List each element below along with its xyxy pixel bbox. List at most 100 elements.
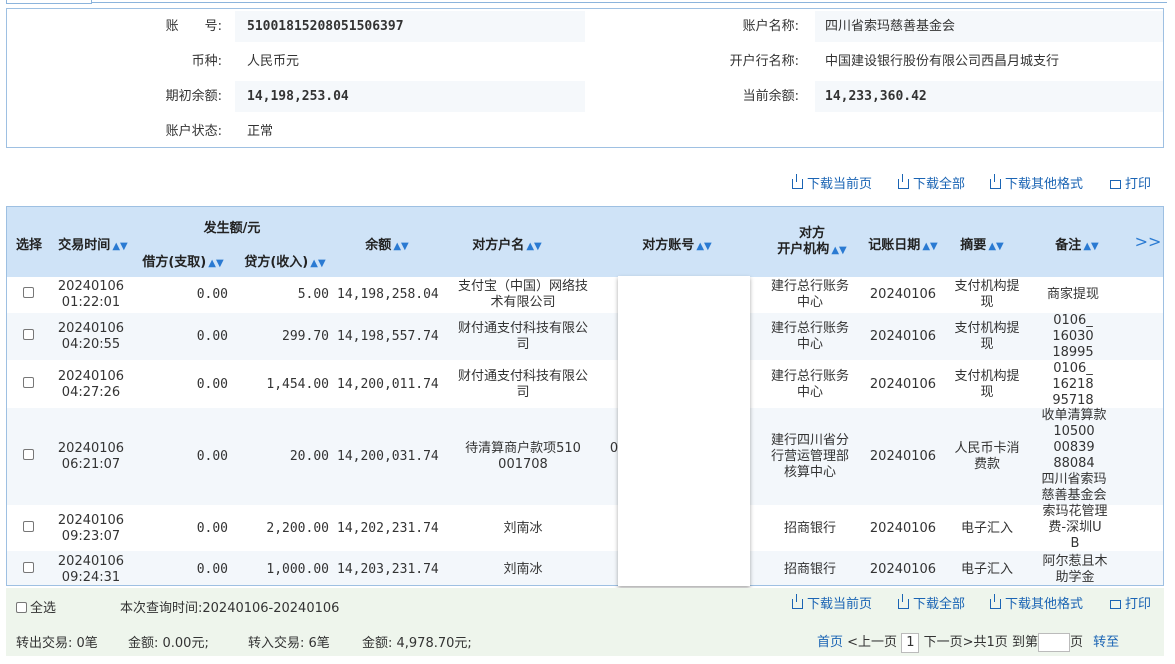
- prev-page-link[interactable]: <上一页: [847, 635, 897, 650]
- print-link[interactable]: 打印: [1110, 595, 1151, 615]
- download-other-link[interactable]: 下载其他格式: [990, 174, 1083, 195]
- header-select: 选择: [15, 238, 42, 253]
- row-post-date: 20240106: [869, 521, 937, 536]
- currency-label: 币种:: [191, 54, 222, 69]
- row-bank-line1: 建行总行账务: [770, 321, 849, 336]
- row-post-date: 20240106: [869, 562, 937, 577]
- header-time[interactable]: 交易时间 ▲▼: [53, 234, 133, 253]
- row-checkbox[interactable]: [23, 521, 34, 532]
- account-no-value: 51001815208051506397: [247, 19, 404, 34]
- row-balance: 14,202,231.74: [337, 521, 439, 536]
- expand-columns-button[interactable]: >>: [1133, 232, 1163, 251]
- pagination: 首页 <上一页 1 下一页>共1页 到第 页 转至: [817, 631, 1119, 653]
- currency-value: 人民币元: [247, 54, 300, 69]
- row-debit: 0.00: [196, 449, 228, 464]
- header-summary[interactable]: 摘要 ▲▼: [952, 234, 1012, 253]
- row-summary-line1: 人民币卡消: [954, 441, 1020, 456]
- row-time-clock: 09:23:07: [61, 529, 121, 544]
- select-all-checkbox[interactable]: [16, 602, 27, 613]
- header-remark[interactable]: 备注 ▲▼: [1047, 234, 1107, 253]
- first-page-link[interactable]: 首页: [817, 635, 843, 650]
- row-checkbox[interactable]: [23, 329, 34, 340]
- header-remark-label: 备注: [1055, 238, 1082, 253]
- download-all-link[interactable]: 下载全部: [898, 594, 965, 615]
- row-checkbox[interactable]: [23, 449, 34, 460]
- row-credit: 299.70: [282, 329, 329, 344]
- page-number-input[interactable]: [1037, 633, 1070, 652]
- row-summary-line1: 支付机构提: [954, 369, 1020, 384]
- row-party-bank: 建行总行账务 中心: [763, 369, 857, 401]
- header-debit[interactable]: 借方(支取) ▲▼: [135, 251, 231, 270]
- row-summary: 电子汇入: [960, 521, 1013, 536]
- row-time-date: 20240106: [57, 554, 125, 569]
- row-summary-line2: 现: [980, 385, 994, 400]
- row-time-clock: 09:24:31: [61, 570, 121, 585]
- download-page-label: 下载当前页: [807, 177, 873, 192]
- download-all-link[interactable]: 下载全部: [898, 174, 965, 195]
- sort-icon: ▲▼: [112, 241, 128, 252]
- row-balance: 14,200,011.74: [337, 377, 439, 392]
- row-remark-line3: 18995: [1052, 345, 1094, 360]
- current-balance-label: 当前余额:: [742, 89, 799, 104]
- tab-active[interactable]: [6, 0, 92, 4]
- header-party-bank[interactable]: 对方 开户机构 ▲▼: [767, 226, 857, 259]
- table-row: 20240106 09:23:07 0.00 2,200.00 14,202,23…: [7, 504, 1163, 551]
- print-link[interactable]: 打印: [1110, 175, 1151, 195]
- download-page-link[interactable]: 下载当前页: [792, 594, 872, 615]
- row-post-date: 20240106: [869, 329, 937, 344]
- row-balance: 14,203,231.74: [337, 562, 439, 577]
- select-all[interactable]: 全选: [16, 597, 56, 616]
- row-remark-line2: 16030: [1052, 329, 1094, 344]
- row-checkbox[interactable]: [23, 562, 34, 573]
- header-party-account[interactable]: 对方账号 ▲▼: [627, 234, 727, 253]
- row-time-date: 20240106: [57, 441, 125, 456]
- in-transactions: 转入交易: 6笔: [248, 636, 330, 651]
- download-other-label: 下载其他格式: [1005, 597, 1084, 612]
- go-button[interactable]: 转至: [1093, 635, 1119, 650]
- header-party-bank-line2: 开户机构: [777, 242, 830, 257]
- row-remark-line1: 0106_: [1053, 361, 1093, 376]
- sort-icon: ▲▼: [988, 241, 1004, 252]
- row-remark-line3: B: [1070, 536, 1080, 551]
- row-checkbox[interactable]: [23, 287, 34, 298]
- row-remark-line5: 四川省索玛: [1041, 472, 1107, 487]
- row-bank-line3: 核算中心: [783, 465, 836, 480]
- row-party-line2: 司: [516, 337, 530, 352]
- out-transactions: 转出交易: 0笔: [16, 636, 98, 651]
- row-balance: 14,198,258.04: [337, 287, 439, 302]
- header-balance-label: 余额: [365, 238, 392, 253]
- row-party-bank: 建行总行账务 中心: [763, 279, 857, 311]
- account-name-value: 四川省索玛慈善基金会: [825, 19, 956, 34]
- row-time: 20240106 04:27:26: [53, 369, 129, 401]
- row-post-date: 20240106: [869, 377, 937, 392]
- download-icon: [792, 594, 803, 609]
- row-bank-line1: 建行总行账务: [770, 279, 849, 294]
- header-post-date[interactable]: 记账日期 ▲▼: [863, 234, 943, 253]
- printer-icon: [1110, 600, 1121, 609]
- tab-strip-line: [90, 2, 1167, 3]
- download-icon: [990, 594, 1001, 609]
- row-summary-line2: 现: [980, 295, 994, 310]
- row-summary: 支付机构提现: [947, 279, 1027, 311]
- header-credit[interactable]: 贷方(收入) ▲▼: [237, 251, 333, 270]
- row-party-bank: 招商银行: [783, 562, 836, 577]
- row-checkbox[interactable]: [23, 377, 34, 388]
- download-other-link[interactable]: 下载其他格式: [990, 594, 1084, 615]
- row-remark-line2: 10500: [1053, 424, 1095, 439]
- sort-icon: ▲▼: [310, 258, 326, 269]
- row-party-bank: 建行四川省分 行营运管理部 核算中心: [763, 433, 857, 481]
- row-balance: 14,200,031.74: [337, 449, 439, 464]
- row-party-bank: 招商银行: [783, 521, 836, 536]
- out-amount: 金额: 0.00元;: [128, 636, 209, 651]
- download-page-link[interactable]: 下载当前页: [792, 174, 873, 195]
- header-balance[interactable]: 余额 ▲▼: [347, 234, 427, 253]
- row-party-line2: 001708: [498, 457, 548, 472]
- next-page-link[interactable]: 下一页>: [924, 635, 974, 650]
- row-party-line2: 术有限公司: [490, 295, 556, 310]
- header-party-name[interactable]: 对方户名 ▲▼: [457, 234, 557, 253]
- goto-label: 到第: [1011, 635, 1038, 650]
- row-bank-line1: 建行总行账务: [770, 369, 849, 384]
- row-remark-line4: 88084: [1053, 456, 1095, 471]
- tab-strip: [0, 0, 1175, 4]
- info-row: 账 号: 51001815208051506397 账户名称: 四川省索玛慈善基…: [7, 9, 1163, 44]
